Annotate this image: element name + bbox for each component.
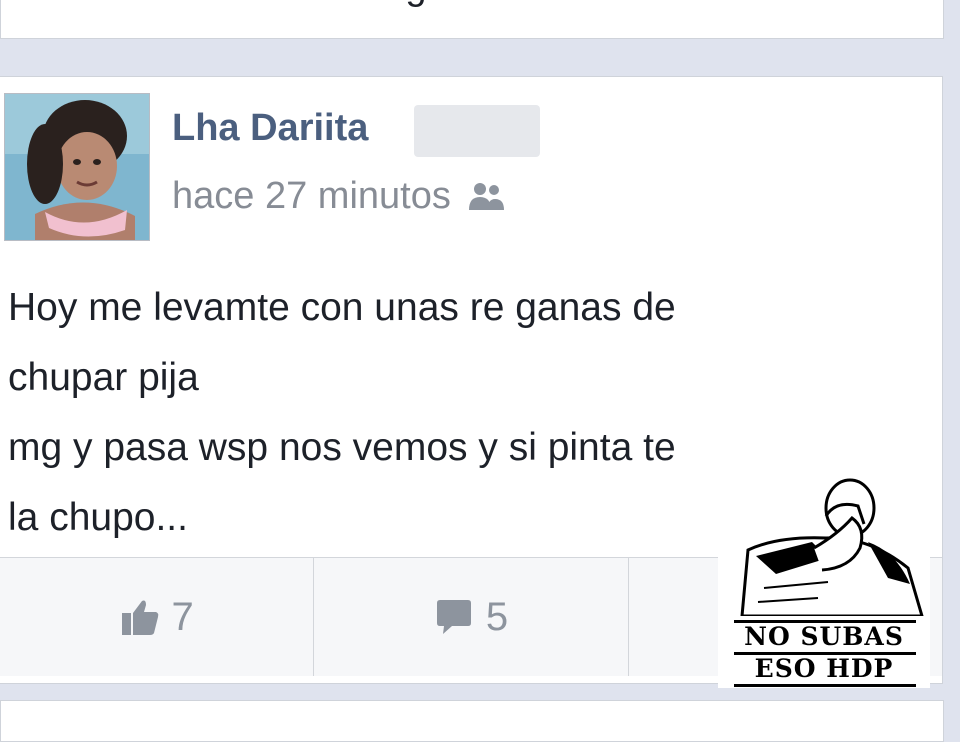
facepalm-drawing — [740, 478, 924, 618]
post-timestamp: hace 27 minutos — [172, 175, 507, 218]
author-name[interactable]: Lha Dariita — [172, 107, 368, 150]
post-line: chupar pija — [8, 356, 199, 399]
like-count: 7 — [171, 594, 194, 639]
post-line: mg y pasa wsp nos vemos y si pinta te — [8, 426, 676, 469]
meme-rule-bottom — [734, 684, 916, 687]
comment-icon — [436, 600, 471, 634]
previous-post-text: Pública en sus biografías. — [97, 0, 532, 9]
avatar[interactable] — [4, 93, 150, 241]
like-button[interactable]: 7 — [0, 558, 315, 676]
meme-line-2: ESO HDP — [754, 654, 894, 683]
avatar-photo — [5, 94, 149, 240]
meme-line-1: NO SUBAS — [744, 622, 904, 651]
previous-post-card: Pública en sus biografías. — [0, 0, 944, 39]
meme-sticker: NO SUBAS ESO HDP — [718, 478, 930, 688]
blurred-surname — [414, 105, 540, 157]
post-line: Hoy me levamte con unas re ganas de — [8, 286, 676, 329]
comment-button[interactable]: 5 — [314, 558, 629, 676]
friends-icon[interactable] — [467, 180, 507, 214]
timestamp-text[interactable]: hace 27 minutos — [172, 175, 451, 218]
thumbs-up-icon — [121, 600, 158, 635]
comment-count: 5 — [485, 594, 509, 639]
next-post-card — [0, 700, 944, 742]
